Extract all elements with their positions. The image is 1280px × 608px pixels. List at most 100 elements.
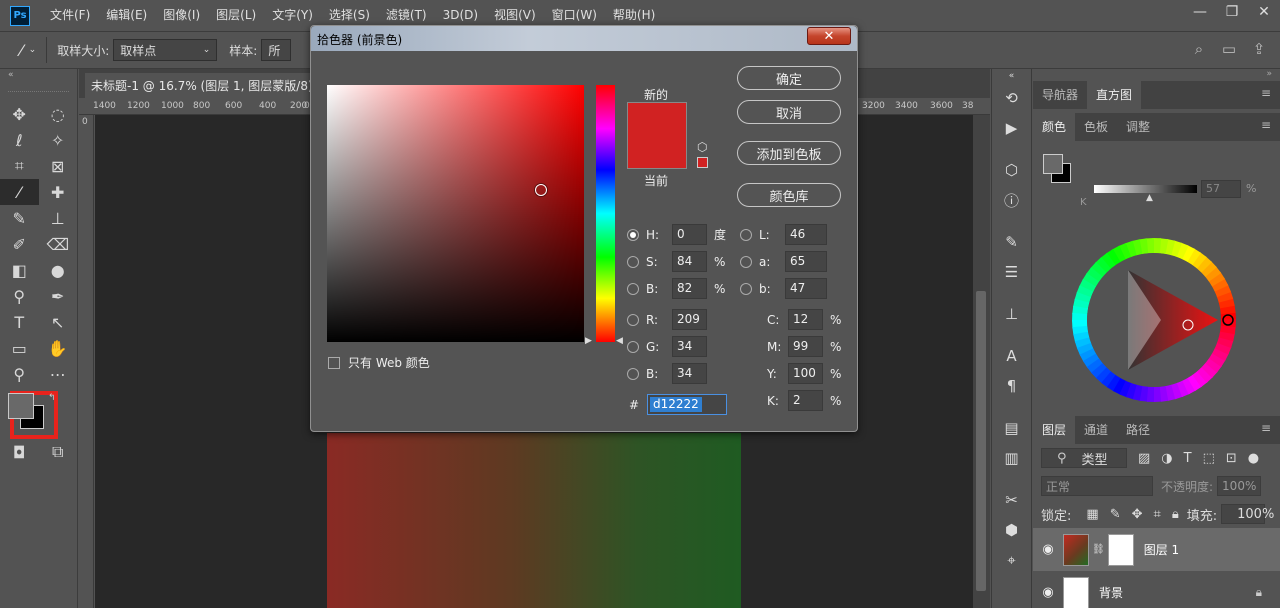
hand-tool-icon[interactable]: ✋ — [39, 335, 78, 361]
minimize-button[interactable]: — — [1184, 0, 1216, 24]
rectangle-tool-icon[interactable]: ▭ — [0, 335, 39, 361]
eraser-tool-icon[interactable]: ⌫ — [39, 231, 78, 257]
dialog-title-bar[interactable]: 拾色器 (前景色) ✕ — [311, 26, 857, 51]
eye-icon[interactable]: ◉ — [1033, 585, 1063, 600]
lasso-tool-icon[interactable]: ℓ — [0, 127, 39, 153]
marquee-tool-icon[interactable]: ◌ — [39, 101, 78, 127]
y-input[interactable]: 100 — [788, 363, 823, 384]
zoom-tool-icon[interactable]: ⚲ — [0, 361, 39, 387]
web-colors-only[interactable]: 只有 Web 颜色 — [328, 354, 430, 371]
close-icon[interactable]: ✕ — [807, 27, 851, 45]
panel-menu-icon[interactable]: ≡ — [1261, 86, 1271, 100]
m-input[interactable]: 99 — [788, 336, 823, 357]
vertical-scrollbar[interactable] — [973, 115, 990, 608]
toolbar-grip[interactable] — [8, 91, 69, 97]
filter-shape-icon[interactable]: ⬚ — [1203, 451, 1215, 466]
tab-layers[interactable]: 图层 — [1033, 416, 1076, 444]
panel-menu-icon[interactable]: ≡ — [1261, 118, 1271, 132]
info-icon[interactable]: ⓘ — [992, 185, 1031, 215]
scrollbar-thumb[interactable] — [976, 291, 986, 591]
lab-b-input[interactable]: 47 — [785, 278, 827, 299]
canvas-artwork[interactable] — [327, 433, 741, 608]
sample-size-select[interactable]: 取样点 ⌄ — [113, 39, 218, 61]
l-radio[interactable] — [740, 228, 752, 241]
foreground-color-swatch[interactable] — [8, 393, 34, 419]
g-input[interactable]: 34 — [672, 336, 707, 357]
r-radio[interactable] — [627, 313, 639, 326]
screen-mode-icon[interactable]: ⧉ — [39, 439, 78, 465]
l-input[interactable]: 46 — [785, 224, 827, 245]
clone-source-icon[interactable]: ⊥ — [992, 299, 1031, 329]
search-icon[interactable]: ⌕ — [1184, 40, 1214, 58]
share-icon[interactable]: ⇪ — [1244, 40, 1274, 58]
frame-tool-icon[interactable]: ⊠ — [39, 153, 78, 179]
panel-foreground-swatch[interactable] — [1043, 154, 1063, 174]
blue-radio[interactable] — [627, 367, 639, 380]
saturation-brightness-field[interactable] — [327, 85, 584, 342]
paths-icon[interactable]: ⌖ — [992, 545, 1031, 575]
k-slider[interactable] — [1094, 185, 1197, 193]
s-input[interactable]: 84 — [672, 251, 707, 272]
c-input[interactable]: 12 — [788, 309, 823, 330]
notes-icon[interactable]: ▥ — [992, 443, 1031, 473]
a-input[interactable]: 65 — [785, 251, 827, 272]
healing-brush-tool-icon[interactable]: ✚ — [39, 179, 78, 205]
filter-toggle-icon[interactable]: ● — [1248, 451, 1259, 466]
hue-slider[interactable] — [596, 85, 615, 342]
lock-all-icon[interactable]: 🔒︎ — [1172, 507, 1179, 522]
brightness-radio[interactable] — [627, 282, 639, 295]
fill-input[interactable]: 100% — [1221, 504, 1274, 524]
blur-tool-icon[interactable]: ● — [39, 257, 78, 283]
s-radio[interactable] — [627, 255, 639, 268]
web-safe-warning-swatch[interactable] — [697, 157, 708, 168]
g-radio[interactable] — [627, 340, 639, 353]
document-tab[interactable]: 未标题-1 @ 16.7% (图层 1, 图层蒙版/8) — [85, 73, 319, 98]
gradient-tool-icon[interactable]: ◧ — [0, 257, 39, 283]
menu-edit[interactable]: 编辑(E) — [98, 0, 155, 31]
blend-mode-select[interactable]: 正常 — [1041, 476, 1153, 496]
workspace-icon[interactable]: ▭ — [1214, 40, 1244, 58]
lock-pixels-icon[interactable]: ✎ — [1110, 507, 1121, 522]
tab-color[interactable]: 颜色 — [1033, 113, 1076, 141]
hue-slider-right-arrow-icon[interactable]: ◀ — [616, 336, 623, 346]
menu-layer[interactable]: 图层(L) — [208, 0, 264, 31]
panel-menu-icon[interactable]: ≡ — [1261, 421, 1271, 435]
pen-tool-icon[interactable]: ✒ — [39, 283, 78, 309]
properties-icon[interactable]: ▤ — [992, 413, 1031, 443]
hex-input[interactable]: d12222 — [647, 394, 727, 415]
k-value-input[interactable]: 57 — [1201, 180, 1241, 198]
path-selection-tool-icon[interactable]: ↖ — [39, 309, 78, 335]
magic-wand-tool-icon[interactable]: ✧ — [39, 127, 78, 153]
filter-pixel-icon[interactable]: ▨ — [1138, 451, 1150, 466]
crop-tool-icon[interactable]: ⌗ — [0, 153, 39, 179]
color-libraries-button[interactable]: 颜色库 — [737, 183, 841, 207]
layer-filter-select[interactable]: ⚲ 类型 — [1041, 448, 1127, 468]
collapse-panels-icon[interactable]: » — [1033, 69, 1280, 81]
history-icon[interactable]: ⟲ — [992, 83, 1031, 113]
tool-preset-picker[interactable]: ⁄ ⌄ — [20, 41, 36, 60]
h-radio[interactable] — [627, 228, 639, 241]
history-brush-tool-icon[interactable]: ✐ — [0, 231, 39, 257]
brightness-input[interactable]: 82 — [672, 278, 707, 299]
eyedropper-tool-icon[interactable]: ⁄ — [0, 179, 39, 205]
tab-swatches[interactable]: 色板 — [1075, 113, 1117, 141]
layer-mask-thumbnail[interactable] — [1107, 533, 1134, 566]
filter-type-icon[interactable]: T — [1184, 451, 1192, 466]
actions-play-icon[interactable]: ▶ — [992, 113, 1031, 143]
tab-adjustments[interactable]: 调整 — [1117, 113, 1159, 141]
brushes-icon[interactable]: ☰ — [992, 257, 1031, 287]
filter-adjustment-icon[interactable]: ◑ — [1161, 451, 1172, 466]
slider-thumb-icon[interactable]: ▲ — [1146, 193, 1153, 203]
color-wheel[interactable] — [1071, 237, 1237, 403]
collapse-toolbar-icon[interactable]: « — [0, 69, 77, 83]
lock-transparency-icon[interactable]: ▦ — [1086, 507, 1098, 522]
k-input[interactable]: 2 — [788, 390, 823, 411]
a-radio[interactable] — [740, 255, 752, 268]
lock-artboard-icon[interactable]: ⌗ — [1154, 507, 1161, 522]
web-colors-checkbox[interactable] — [328, 356, 340, 369]
add-to-swatches-button[interactable]: 添加到色板 — [737, 141, 841, 165]
hue-slider-left-arrow-icon[interactable]: ▶ — [585, 336, 592, 346]
close-window-button[interactable]: ✕ — [1248, 0, 1280, 24]
brush-tool-icon[interactable]: ✎ — [0, 205, 39, 231]
lab-b-radio[interactable] — [740, 282, 752, 295]
